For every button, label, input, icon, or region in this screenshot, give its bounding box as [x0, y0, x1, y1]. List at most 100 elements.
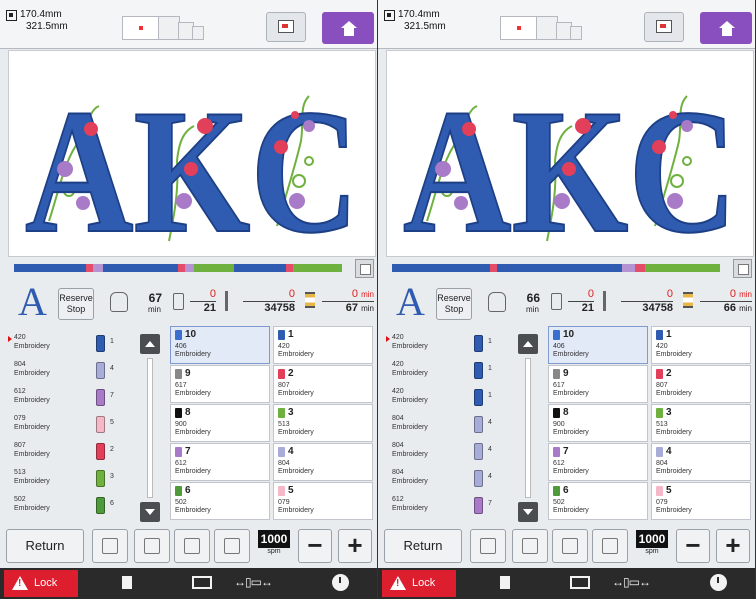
thread-number: 6 — [110, 500, 114, 507]
frame-move-icon[interactable]: ↔▯▭↔ — [612, 575, 651, 589]
color-bar-toggle-button[interactable] — [733, 259, 752, 278]
thread-color-grid: 10 406 Embroidery 1 420 Embroidery 9 617 Embroid… — [170, 326, 376, 522]
thread-code: 804 — [278, 460, 290, 467]
return-button[interactable]: Return — [6, 529, 84, 563]
home-button[interactable] — [322, 12, 374, 44]
thread-color-cell[interactable]: 5 079 Embroidery — [273, 482, 373, 520]
needle-position-button[interactable] — [92, 529, 128, 563]
scroll-down-button[interactable] — [140, 502, 160, 522]
manual-icon[interactable] — [500, 576, 510, 589]
thread-list-item[interactable]: 420 Embroidery 1 — [386, 384, 514, 411]
trial-button[interactable] — [174, 529, 210, 563]
thread-color-cell[interactable]: 4 804 Embroidery — [651, 443, 751, 481]
thread-color-cell[interactable]: 10 406 Embroidery — [548, 326, 648, 364]
manual-icon[interactable] — [122, 576, 132, 589]
frame-icon[interactable] — [192, 576, 212, 589]
frame-size-2[interactable] — [158, 16, 180, 40]
thread-color-cell[interactable]: 9 617 Embroidery — [170, 365, 270, 403]
thread-color-cell[interactable]: 7 612 Embroidery — [548, 443, 648, 481]
scroll-up-button[interactable] — [140, 334, 160, 354]
frame-move-button[interactable] — [134, 529, 170, 563]
speed-decrease-button[interactable]: − — [676, 529, 710, 563]
thread-color-cell[interactable]: 8 900 Embroidery — [170, 404, 270, 442]
thread-number: 2 — [666, 368, 672, 379]
thread-color-cell[interactable]: 2 807 Embroidery — [651, 365, 751, 403]
thread-list-item[interactable]: 420 Embroidery 1 — [386, 330, 514, 357]
thread-color-cell[interactable]: 10 406 Embroidery — [170, 326, 270, 364]
forward-back-button[interactable] — [592, 529, 628, 563]
thread-list-item[interactable]: 502 Embroidery 6 — [8, 492, 136, 519]
thread-type: Embroidery — [553, 468, 589, 475]
thread-list-item[interactable]: 807 Embroidery 2 — [8, 438, 136, 465]
warning-icon — [390, 576, 406, 590]
thread-list-item[interactable]: 420 Embroidery 1 — [8, 330, 136, 357]
speed-decrease-button[interactable]: − — [298, 529, 332, 563]
clock-icon[interactable] — [332, 574, 349, 591]
thread-color-swatch — [278, 486, 285, 496]
lock-button[interactable]: Lock — [4, 570, 78, 597]
panel-left: 170.4mm 321.5mm AKC A Reserve Stop 67 mi… — [0, 0, 378, 599]
thread-list-item[interactable]: 420 Embroidery 1 — [386, 357, 514, 384]
frame-size-4[interactable] — [570, 26, 582, 40]
frame-size-2[interactable] — [536, 16, 558, 40]
thread-number: 7 — [110, 392, 114, 399]
thread-color-cell[interactable]: 1 420 Embroidery — [273, 326, 373, 364]
thread-color-cell[interactable]: 5 079 Embroidery — [651, 482, 751, 520]
thread-color-cell[interactable]: 6 502 Embroidery — [548, 482, 648, 520]
thread-list-item[interactable]: 804 Embroidery 4 — [8, 357, 136, 384]
thread-color-cell[interactable]: 6 502 Embroidery — [170, 482, 270, 520]
thread-list-item[interactable]: 612 Embroidery 7 — [386, 492, 514, 519]
scroll-track[interactable] — [147, 358, 153, 498]
return-button[interactable]: Return — [384, 529, 462, 563]
thread-list-item[interactable]: 079 Embroidery 5 — [8, 411, 136, 438]
thread-list-item[interactable]: 804 Embroidery 4 — [386, 411, 514, 438]
scroll-up-button[interactable] — [518, 334, 538, 354]
thread-list-item[interactable]: 804 Embroidery 4 — [386, 465, 514, 492]
lock-button[interactable]: Lock — [382, 570, 456, 597]
thread-color-cell[interactable]: 8 900 Embroidery — [548, 404, 648, 442]
thread-list-item[interactable]: 804 Embroidery 4 — [386, 438, 514, 465]
reserve-stop-button[interactable]: Reserve Stop — [436, 288, 472, 320]
thread-info: 804 Embroidery — [14, 360, 50, 378]
scroll-track[interactable] — [525, 358, 531, 498]
color-total: 21 — [203, 302, 216, 314]
thread-number: 10 — [563, 329, 575, 340]
preview-button[interactable] — [644, 12, 684, 42]
frame-size-1[interactable] — [122, 16, 160, 40]
reserve-stop-button[interactable]: Reserve Stop — [58, 288, 94, 320]
trial-button[interactable] — [552, 529, 588, 563]
frame-size-4[interactable] — [192, 26, 204, 40]
thread-color-cell[interactable]: 9 617 Embroidery — [548, 365, 648, 403]
color-bar-toggle-button[interactable] — [355, 259, 374, 278]
thread-color-cell[interactable]: 4 804 Embroidery — [273, 443, 373, 481]
color-total: 21 — [581, 302, 594, 314]
home-button[interactable] — [700, 12, 752, 44]
thread-type: Embroidery — [175, 351, 211, 358]
thread-list-scrollbar[interactable] — [140, 334, 160, 522]
sewing-time-icon — [488, 292, 506, 312]
preview-button[interactable] — [266, 12, 306, 42]
clock-icon[interactable] — [710, 574, 727, 591]
color-bar-segment — [634, 264, 645, 272]
frame-icon[interactable] — [570, 576, 590, 589]
thread-number: 1 — [488, 365, 492, 372]
needle-position-button[interactable] — [470, 529, 506, 563]
speed-increase-button[interactable]: + — [338, 529, 372, 563]
frame-move-icon[interactable]: ↔▯▭↔ — [234, 575, 273, 589]
thread-list-item[interactable]: 612 Embroidery 7 — [8, 384, 136, 411]
thread-color-cell[interactable]: 3 513 Embroidery — [651, 404, 751, 442]
thread-color-cell[interactable]: 1 420 Embroidery — [651, 326, 751, 364]
speed-increase-button[interactable]: + — [716, 529, 750, 563]
thread-color-cell[interactable]: 2 807 Embroidery — [273, 365, 373, 403]
forward-back-button[interactable] — [214, 529, 250, 563]
thread-number: 1 — [288, 329, 294, 340]
thread-color-cell[interactable]: 3 513 Embroidery — [273, 404, 373, 442]
scroll-down-button[interactable] — [518, 502, 538, 522]
thread-list-item[interactable]: 513 Embroidery 3 — [8, 465, 136, 492]
thread-type: Embroidery — [14, 451, 50, 458]
thread-list-scrollbar[interactable] — [518, 334, 538, 522]
frame-size-1[interactable] — [500, 16, 538, 40]
color-bar-segment — [14, 264, 87, 272]
frame-move-button[interactable] — [512, 529, 548, 563]
thread-color-cell[interactable]: 7 612 Embroidery — [170, 443, 270, 481]
